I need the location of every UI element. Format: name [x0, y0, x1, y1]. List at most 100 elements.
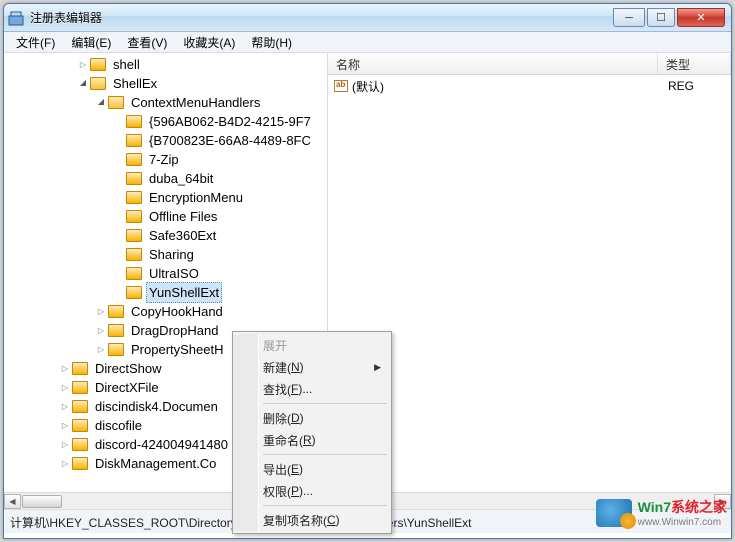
tree-label[interactable]: YunShellExt: [146, 282, 222, 303]
tree-node[interactable]: ContextMenuHandlers: [4, 93, 327, 112]
tree-label[interactable]: Sharing: [146, 245, 197, 264]
expand-open-icon[interactable]: [76, 77, 90, 91]
context-menu-item[interactable]: 重命名(R): [235, 429, 389, 451]
tree-node[interactable]: shell: [4, 55, 327, 74]
tree-label[interactable]: discindisk4.Documen: [92, 397, 221, 416]
close-button[interactable]: ✕: [677, 8, 725, 27]
tree-node[interactable]: YunShellExt: [4, 283, 327, 302]
context-menu-item[interactable]: 新建(N)▶: [235, 356, 389, 378]
scroll-thumb[interactable]: [22, 495, 62, 508]
tree-label[interactable]: DiskManagement.Co: [92, 454, 219, 473]
expand-closed-icon[interactable]: [58, 381, 72, 395]
expand-closed-icon[interactable]: [94, 305, 108, 319]
tree-label[interactable]: DragDropHand: [128, 321, 221, 340]
menu-favorites[interactable]: 收藏夹(A): [175, 32, 243, 53]
tree-label[interactable]: DirectXFile: [92, 378, 162, 397]
tree-node[interactable]: Safe360Ext: [4, 226, 327, 245]
folder-icon: [126, 115, 142, 128]
folder-icon: [126, 267, 142, 280]
tree-label[interactable]: shell: [110, 55, 143, 74]
menu-help[interactable]: 帮助(H): [243, 32, 300, 53]
tree-node[interactable]: 7-Zip: [4, 150, 327, 169]
tree-label[interactable]: Offline Files: [146, 207, 220, 226]
expand-closed-icon[interactable]: [58, 400, 72, 414]
tree-node[interactable]: duba_64bit: [4, 169, 327, 188]
expand-closed-icon[interactable]: [76, 58, 90, 72]
expand-open-icon[interactable]: [94, 96, 108, 110]
context-menu-item[interactable]: 查找(F)...: [235, 378, 389, 400]
folder-icon: [108, 343, 124, 356]
maximize-button[interactable]: ☐: [647, 8, 675, 27]
tree-label[interactable]: ContextMenuHandlers: [128, 93, 263, 112]
folder-icon: [126, 134, 142, 147]
window-buttons: ─ ☐ ✕: [613, 8, 727, 27]
tree-label[interactable]: discord-424004941480: [92, 435, 231, 454]
value-name: (默认): [352, 78, 668, 95]
folder-icon: [126, 210, 142, 223]
context-menu-item[interactable]: 导出(E): [235, 458, 389, 480]
tree-label[interactable]: Safe360Ext: [146, 226, 219, 245]
value-type: REG: [668, 79, 694, 93]
folder-icon: [126, 191, 142, 204]
expand-closed-icon[interactable]: [58, 457, 72, 471]
tree-node[interactable]: ShellEx: [4, 74, 327, 93]
folder-icon: [72, 457, 88, 470]
folder-icon: [126, 229, 142, 242]
folder-icon: [72, 400, 88, 413]
window-title: 注册表编辑器: [30, 9, 613, 26]
context-menu-item[interactable]: 复制项名称(C): [235, 509, 389, 531]
tree-label[interactable]: DirectShow: [92, 359, 164, 378]
tree-label[interactable]: ShellEx: [110, 74, 160, 93]
expand-closed-icon[interactable]: [58, 419, 72, 433]
value-list[interactable]: (默认)REG: [328, 75, 731, 97]
context-menu-item: 展开: [235, 334, 389, 356]
column-type[interactable]: 类型: [658, 53, 731, 74]
folder-icon: [72, 381, 88, 394]
menu-edit[interactable]: 编辑(E): [63, 32, 119, 53]
tree-node[interactable]: {596AB062-B4D2-4215-9F7: [4, 112, 327, 131]
folder-icon: [72, 438, 88, 451]
tree-node[interactable]: CopyHookHand: [4, 302, 327, 321]
tree-label[interactable]: UltraISO: [146, 264, 202, 283]
list-row[interactable]: (默认)REG: [328, 77, 731, 95]
expand-closed-icon[interactable]: [58, 438, 72, 452]
expand-closed-icon[interactable]: [58, 362, 72, 376]
context-menu-item[interactable]: 删除(D): [235, 407, 389, 429]
column-name[interactable]: 名称: [328, 53, 658, 74]
tree-label[interactable]: discofile: [92, 416, 145, 435]
tree-label[interactable]: {B700823E-66A8-4489-8FC: [146, 131, 314, 150]
watermark-brand: Win7系统之家: [638, 499, 727, 515]
titlebar[interactable]: 注册表编辑器 ─ ☐ ✕: [4, 4, 731, 32]
tree-label[interactable]: 7-Zip: [146, 150, 182, 169]
folder-icon: [126, 153, 142, 166]
tree-label[interactable]: {596AB062-B4D2-4215-9F7: [146, 112, 314, 131]
folder-icon: [90, 77, 106, 90]
watermark-url: www.Winwin7.com: [638, 517, 727, 528]
folder-icon: [126, 286, 142, 299]
folder-icon: [90, 58, 106, 71]
folder-icon: [108, 96, 124, 109]
tree-node[interactable]: EncryptionMenu: [4, 188, 327, 207]
tree-label[interactable]: EncryptionMenu: [146, 188, 246, 207]
tree-label[interactable]: PropertySheetH: [128, 340, 227, 359]
expand-closed-icon[interactable]: [94, 324, 108, 338]
scroll-left-icon[interactable]: ◀: [4, 494, 21, 509]
app-icon: [8, 10, 24, 26]
context-menu-item[interactable]: 权限(P)...: [235, 480, 389, 502]
tree-node[interactable]: Offline Files: [4, 207, 327, 226]
tree-label[interactable]: duba_64bit: [146, 169, 216, 188]
tree-label[interactable]: CopyHookHand: [128, 302, 226, 321]
watermark-logo-icon: [596, 499, 632, 527]
menubar: 文件(F) 编辑(E) 查看(V) 收藏夹(A) 帮助(H): [4, 32, 731, 53]
menu-file[interactable]: 文件(F): [8, 32, 63, 53]
tree-node[interactable]: Sharing: [4, 245, 327, 264]
list-header[interactable]: 名称 类型: [328, 53, 731, 75]
tree-node[interactable]: {B700823E-66A8-4489-8FC: [4, 131, 327, 150]
menu-view[interactable]: 查看(V): [119, 32, 175, 53]
folder-icon: [72, 419, 88, 432]
tree-node[interactable]: UltraISO: [4, 264, 327, 283]
folder-icon: [108, 324, 124, 337]
expand-closed-icon[interactable]: [94, 343, 108, 357]
folder-icon: [126, 248, 142, 261]
minimize-button[interactable]: ─: [613, 8, 645, 27]
